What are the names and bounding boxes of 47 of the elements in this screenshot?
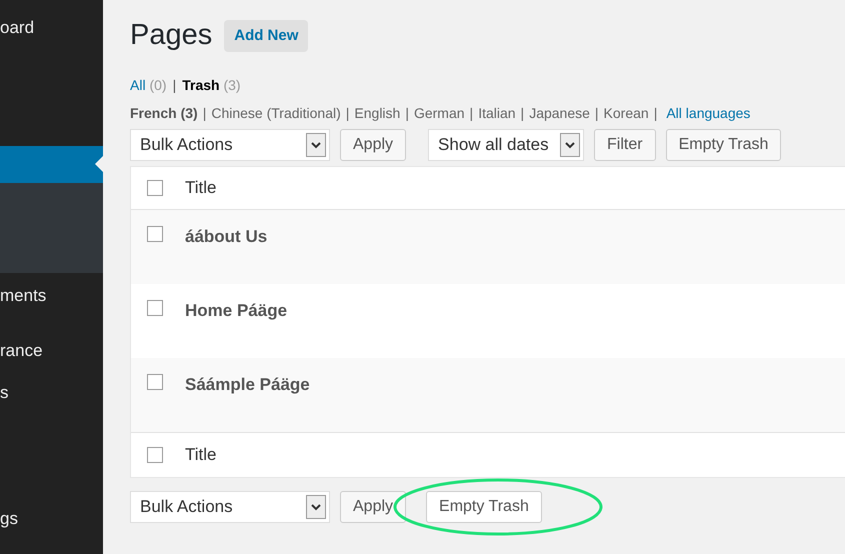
separator: | — [346, 104, 350, 123]
language-filter-link[interactable]: Chinese (Traditional) — [211, 102, 341, 124]
sidebar-item[interactable]: oard — [0, 16, 34, 40]
checkbox[interactable] — [147, 226, 163, 242]
language-filter-link[interactable]: English — [354, 102, 400, 124]
add-new-button[interactable]: Add New — [224, 20, 308, 52]
page-title: Pages — [130, 18, 212, 54]
filter-button[interactable]: Filter — [594, 129, 656, 161]
checkbox[interactable] — [147, 447, 163, 463]
bulk-actions-dropdown[interactable]: Bulk Actions — [130, 129, 330, 161]
page-title-cell[interactable]: áábout Us — [185, 224, 268, 250]
status-filter-link[interactable]: Trash (3) — [182, 74, 241, 96]
page-title-cell[interactable]: Sáámple Páäge — [185, 372, 310, 398]
column-header[interactable]: Title — [185, 442, 216, 468]
bulk-actions-dropdown[interactable]: Bulk Actions — [130, 491, 330, 523]
dropdown-caret-icon — [306, 495, 326, 519]
separator: | — [470, 104, 474, 123]
page-title-cell[interactable]: Home Páäge — [185, 298, 288, 324]
language-filter-link[interactable]: Japanese — [529, 102, 590, 124]
language-filter-link[interactable]: German — [414, 102, 465, 124]
all-languages-link[interactable]: All languages — [666, 102, 750, 124]
empty-trash-button[interactable]: Empty Trash — [426, 491, 542, 523]
empty-trash-button[interactable]: Empty Trash — [666, 129, 782, 161]
separator: | — [202, 104, 206, 123]
language-filter-link[interactable]: Korean — [604, 102, 649, 124]
separator: | — [405, 104, 409, 123]
checkbox[interactable] — [147, 374, 163, 390]
separator: | — [520, 104, 524, 123]
pointer-notch-icon — [95, 156, 103, 172]
dropdown-caret-icon — [306, 133, 326, 157]
apply-button[interactable]: Apply — [340, 491, 406, 523]
language-filter-link[interactable]: French (3) — [130, 102, 198, 124]
status-filter-link[interactable]: All (0) — [130, 74, 167, 96]
checkbox[interactable] — [147, 180, 163, 196]
separator: | — [654, 104, 658, 123]
separator: | — [172, 76, 176, 95]
sidebar-item[interactable]: gs — [0, 507, 18, 531]
apply-button[interactable]: Apply — [340, 129, 406, 161]
checkbox[interactable] — [147, 300, 163, 316]
separator: | — [594, 104, 599, 123]
date-filter-dropdown[interactable]: Show all dates — [428, 129, 584, 161]
sidebar-item[interactable]: s — [0, 381, 8, 405]
dropdown-caret-icon — [560, 133, 580, 157]
language-filter-link[interactable]: Italian — [478, 102, 516, 124]
sidebar-item[interactable]: rance — [0, 339, 43, 363]
sidebar-item[interactable]: ments — [0, 284, 46, 308]
column-header[interactable]: Title — [185, 175, 216, 201]
